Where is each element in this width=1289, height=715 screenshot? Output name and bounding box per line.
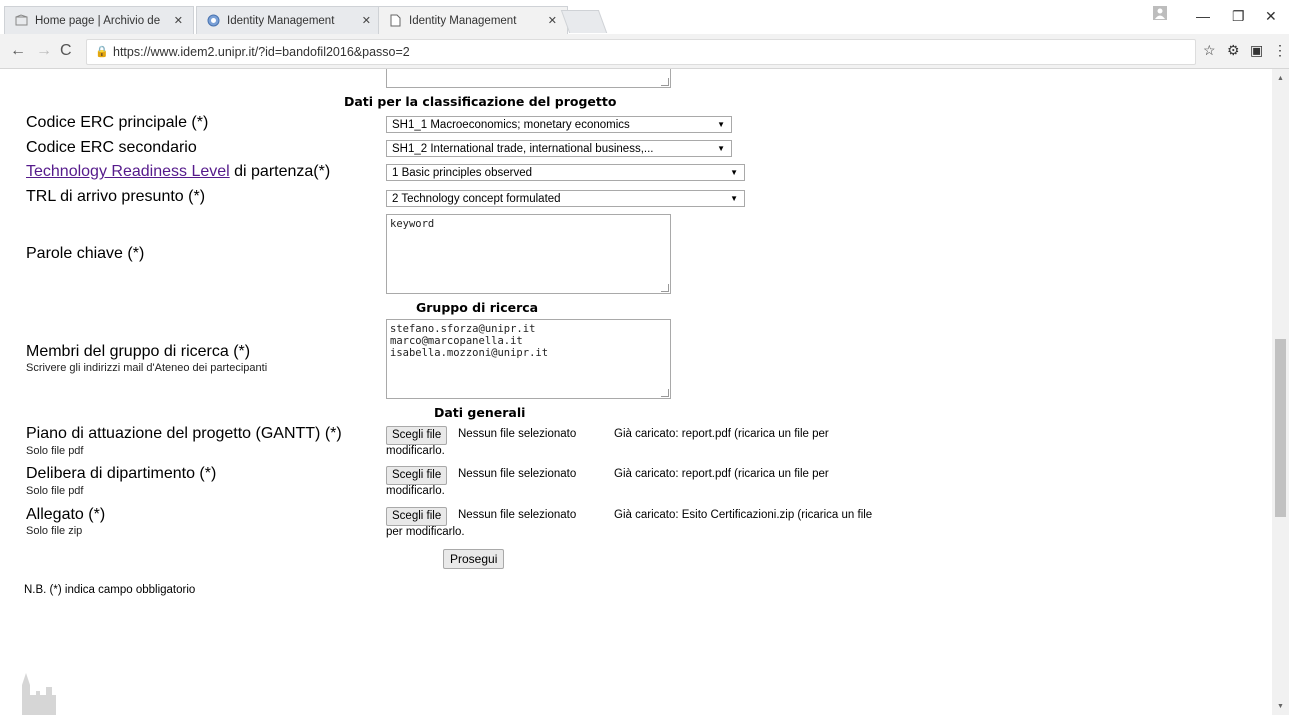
window-close-icon[interactable]: ✕ [1265,8,1277,25]
gantt-no-file-text: Nessun file selezionato [458,428,577,440]
close-icon[interactable]: ✕ [362,14,371,27]
delibera-choose-file-button[interactable]: Scegli file [386,466,448,485]
delibera-label: Delibera di dipartimento (*) [26,465,217,482]
erc-secondary-label: Codice ERC secondario [26,139,197,156]
members-label: Membri del gruppo di ricerca (*) [26,343,251,360]
members-textarea[interactable]: stefano.sforza@unipr.it marco@marcopanel… [386,319,671,399]
minimize-icon[interactable]: — [1196,8,1210,24]
trl-end-label: TRL di arrivo presunto (*) [26,188,206,205]
section-classification-title: Dati per la classificazione del progetto [344,94,617,109]
allegato-no-file-text: Nessun file selezionato [458,509,577,521]
reload-icon[interactable]: C [60,42,72,60]
archive-icon [15,14,28,27]
previous-textarea[interactable] [386,69,671,88]
restore-icon[interactable]: ❐ [1232,8,1245,25]
page-content: Dati per la classificazione del progetto… [0,69,1272,715]
trl-start-label: Technology Readiness Level di partenza(*… [26,163,331,180]
new-tab-button[interactable] [560,10,608,33]
trl-start-select[interactable]: 1 Basic principles observed ▼ [386,164,745,181]
back-icon[interactable]: ← [10,42,26,60]
delibera-no-file-text: Nessun file selezionato [458,468,577,480]
page-scrollbar[interactable]: ▲ ▼ [1272,69,1289,715]
browser-tab-bar: Home page | Archivio de ✕ Identity Manag… [0,0,1289,34]
scrollbar-thumb[interactable] [1275,339,1286,517]
gantt-choose-file-button[interactable]: Scegli file [386,426,448,445]
tab-archivio[interactable]: Home page | Archivio de ✕ [4,6,194,34]
gantt-label: Piano di attuazione del progetto (GANTT)… [26,425,342,442]
delibera-hint: Solo file pdf [26,485,84,497]
keywords-textarea[interactable]: keyword [386,214,671,294]
forward-icon[interactable]: → [36,42,52,60]
tab-identity-1[interactable]: Identity Management ✕ [196,6,382,34]
allegato-uploaded-text: Già caricato: Esito Certificazioni.zip (… [614,509,873,521]
members-hint: Scrivere gli indirizzi mail d'Ateneo dei… [26,362,268,374]
trl-end-select[interactable]: 2 Technology concept formulated ▼ [386,190,745,207]
scroll-up-icon[interactable]: ▲ [1277,75,1284,82]
lock-icon: 🔒 [95,46,109,58]
page-icon [389,14,402,27]
erc-secondary-select[interactable]: SH1_2 International trade, international… [386,140,732,157]
dropdown-arrow-icon: ▼ [730,168,738,177]
browser-toolbar: ← → C 🔒 https://www.idem2.unipr.it/?id=b… [0,34,1289,69]
gantt-uploaded-cont: modificarlo. [386,445,445,457]
allegato-uploaded-cont: per modificarlo. [386,526,465,538]
dropdown-arrow-icon: ▼ [730,194,738,203]
bookmark-star-icon[interactable]: ☆ [1203,42,1216,59]
tab-identity-2[interactable]: Identity Management ✕ [378,6,568,34]
erc-primary-select[interactable]: SH1_1 Macroeconomics; monetary economics… [386,116,732,133]
gantt-uploaded-text: Già caricato: report.pdf (ricarica un fi… [614,428,829,440]
dropdown-arrow-icon: ▼ [717,144,725,153]
extension-icon[interactable]: ▣ [1250,42,1263,59]
close-icon[interactable]: ✕ [174,14,183,27]
gantt-hint: Solo file pdf [26,445,84,457]
trl-link[interactable]: Technology Readiness Level [26,163,230,180]
section-general-title: Dati generali [434,405,526,420]
address-bar[interactable]: 🔒 https://www.idem2.unipr.it/?id=bandofi… [86,39,1196,65]
delibera-uploaded-text: Già caricato: report.pdf (ricarica un fi… [614,468,829,480]
delibera-uploaded-cont: modificarlo. [386,485,445,497]
required-note: N.B. (*) indica campo obbligatorio [24,584,196,596]
menu-icon[interactable]: ⋮ [1273,42,1287,59]
close-icon[interactable]: ✕ [548,14,557,27]
profile-icon[interactable] [1153,6,1167,23]
erc-primary-label: Codice ERC principale (*) [26,114,209,131]
dropdown-arrow-icon: ▼ [717,120,725,129]
extension-gear-icon[interactable]: ⚙ [1227,42,1240,59]
university-logo [16,665,66,715]
section-group-title: Gruppo di ricerca [416,300,539,315]
scroll-down-icon[interactable]: ▼ [1277,703,1284,710]
allegato-label: Allegato (*) [26,506,106,523]
allegato-hint: Solo file zip [26,525,83,537]
allegato-choose-file-button[interactable]: Scegli file [386,507,448,526]
proceed-button[interactable]: Prosegui [443,549,505,569]
globe-icon [207,14,220,27]
keywords-label: Parole chiave (*) [26,245,145,262]
